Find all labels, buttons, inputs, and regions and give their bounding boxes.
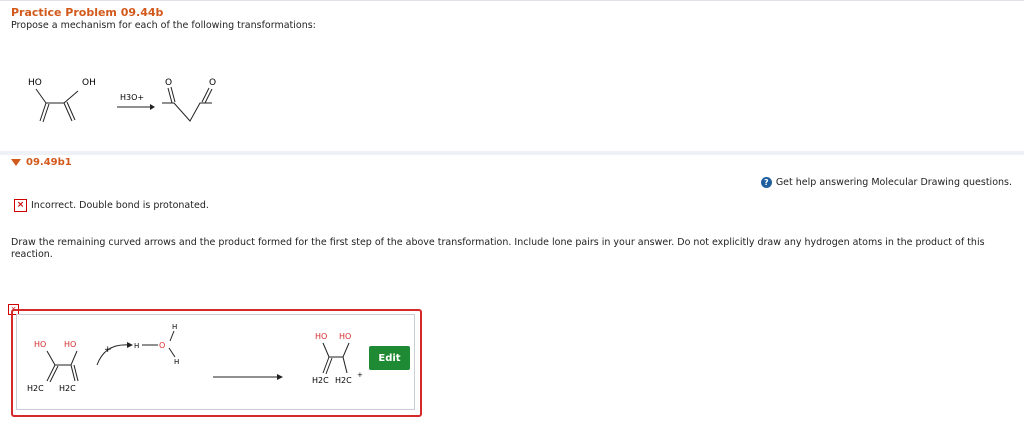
help-link[interactable]: ? Get help answering Molecular Drawing q…: [760, 177, 1012, 188]
reactant-label-ho: HO: [28, 78, 42, 88]
product-label-o2: O: [209, 78, 216, 88]
product-label-o1: O: [165, 78, 172, 88]
problem-title: Practice Problem 09.44b: [11, 6, 164, 19]
left-ho-2: HO: [64, 340, 76, 349]
edit-button[interactable]: Edit: [369, 346, 410, 370]
right-h2c-2: H2C: [335, 376, 352, 385]
incorrect-x-icon: ×: [14, 199, 27, 212]
hydronium-h-top: H: [172, 323, 177, 331]
reactant-label-oh: OH: [82, 78, 96, 88]
hydronium-h-left: H: [134, 342, 139, 350]
question-icon: ?: [760, 177, 772, 188]
instructions: Draw the remaining curved arrows and the…: [11, 237, 985, 260]
reaction-scheme: HO OH H3O+ O O: [28, 78, 216, 123]
problem-prompt: Propose a mechanism for each of the foll…: [11, 20, 316, 31]
part-header[interactable]: 09.49b1: [11, 157, 72, 168]
left-h2c-2: H2C: [59, 384, 76, 393]
feedback-text: Incorrect. Double bond is protonated.: [31, 200, 209, 211]
help-text: Get help answering Molecular Drawing que…: [775, 177, 1012, 188]
hydronium-h-bottom: H: [174, 358, 179, 366]
right-plus: +: [357, 371, 363, 379]
right-h2c-1: H2C: [312, 376, 329, 385]
right-ho-1: HO: [315, 332, 327, 341]
reagent-label: H3O+: [120, 93, 144, 102]
problem-panel: Practice Problem 09.44b Propose a mechan…: [0, 0, 1024, 155]
drawing-canvas[interactable]: HO HO H2C H2C + H H O H HO HO H2C H2C +: [16, 314, 415, 410]
part-label: 09.49b1: [26, 157, 72, 168]
hydronium-o: O: [159, 341, 165, 350]
collapse-triangle-icon[interactable]: [11, 159, 21, 166]
mechanism-drawing: HO HO H2C H2C + H H O H HO HO H2C H2C +: [27, 323, 363, 393]
left-ho-1: HO: [34, 340, 46, 349]
feedback-message: × Incorrect. Double bond is protonated.: [14, 199, 209, 212]
left-h2c-1: H2C: [27, 384, 44, 393]
answer-frame: HO HO H2C H2C + H H O H HO HO H2C H2C +: [11, 309, 422, 417]
right-ho-2: HO: [339, 332, 351, 341]
